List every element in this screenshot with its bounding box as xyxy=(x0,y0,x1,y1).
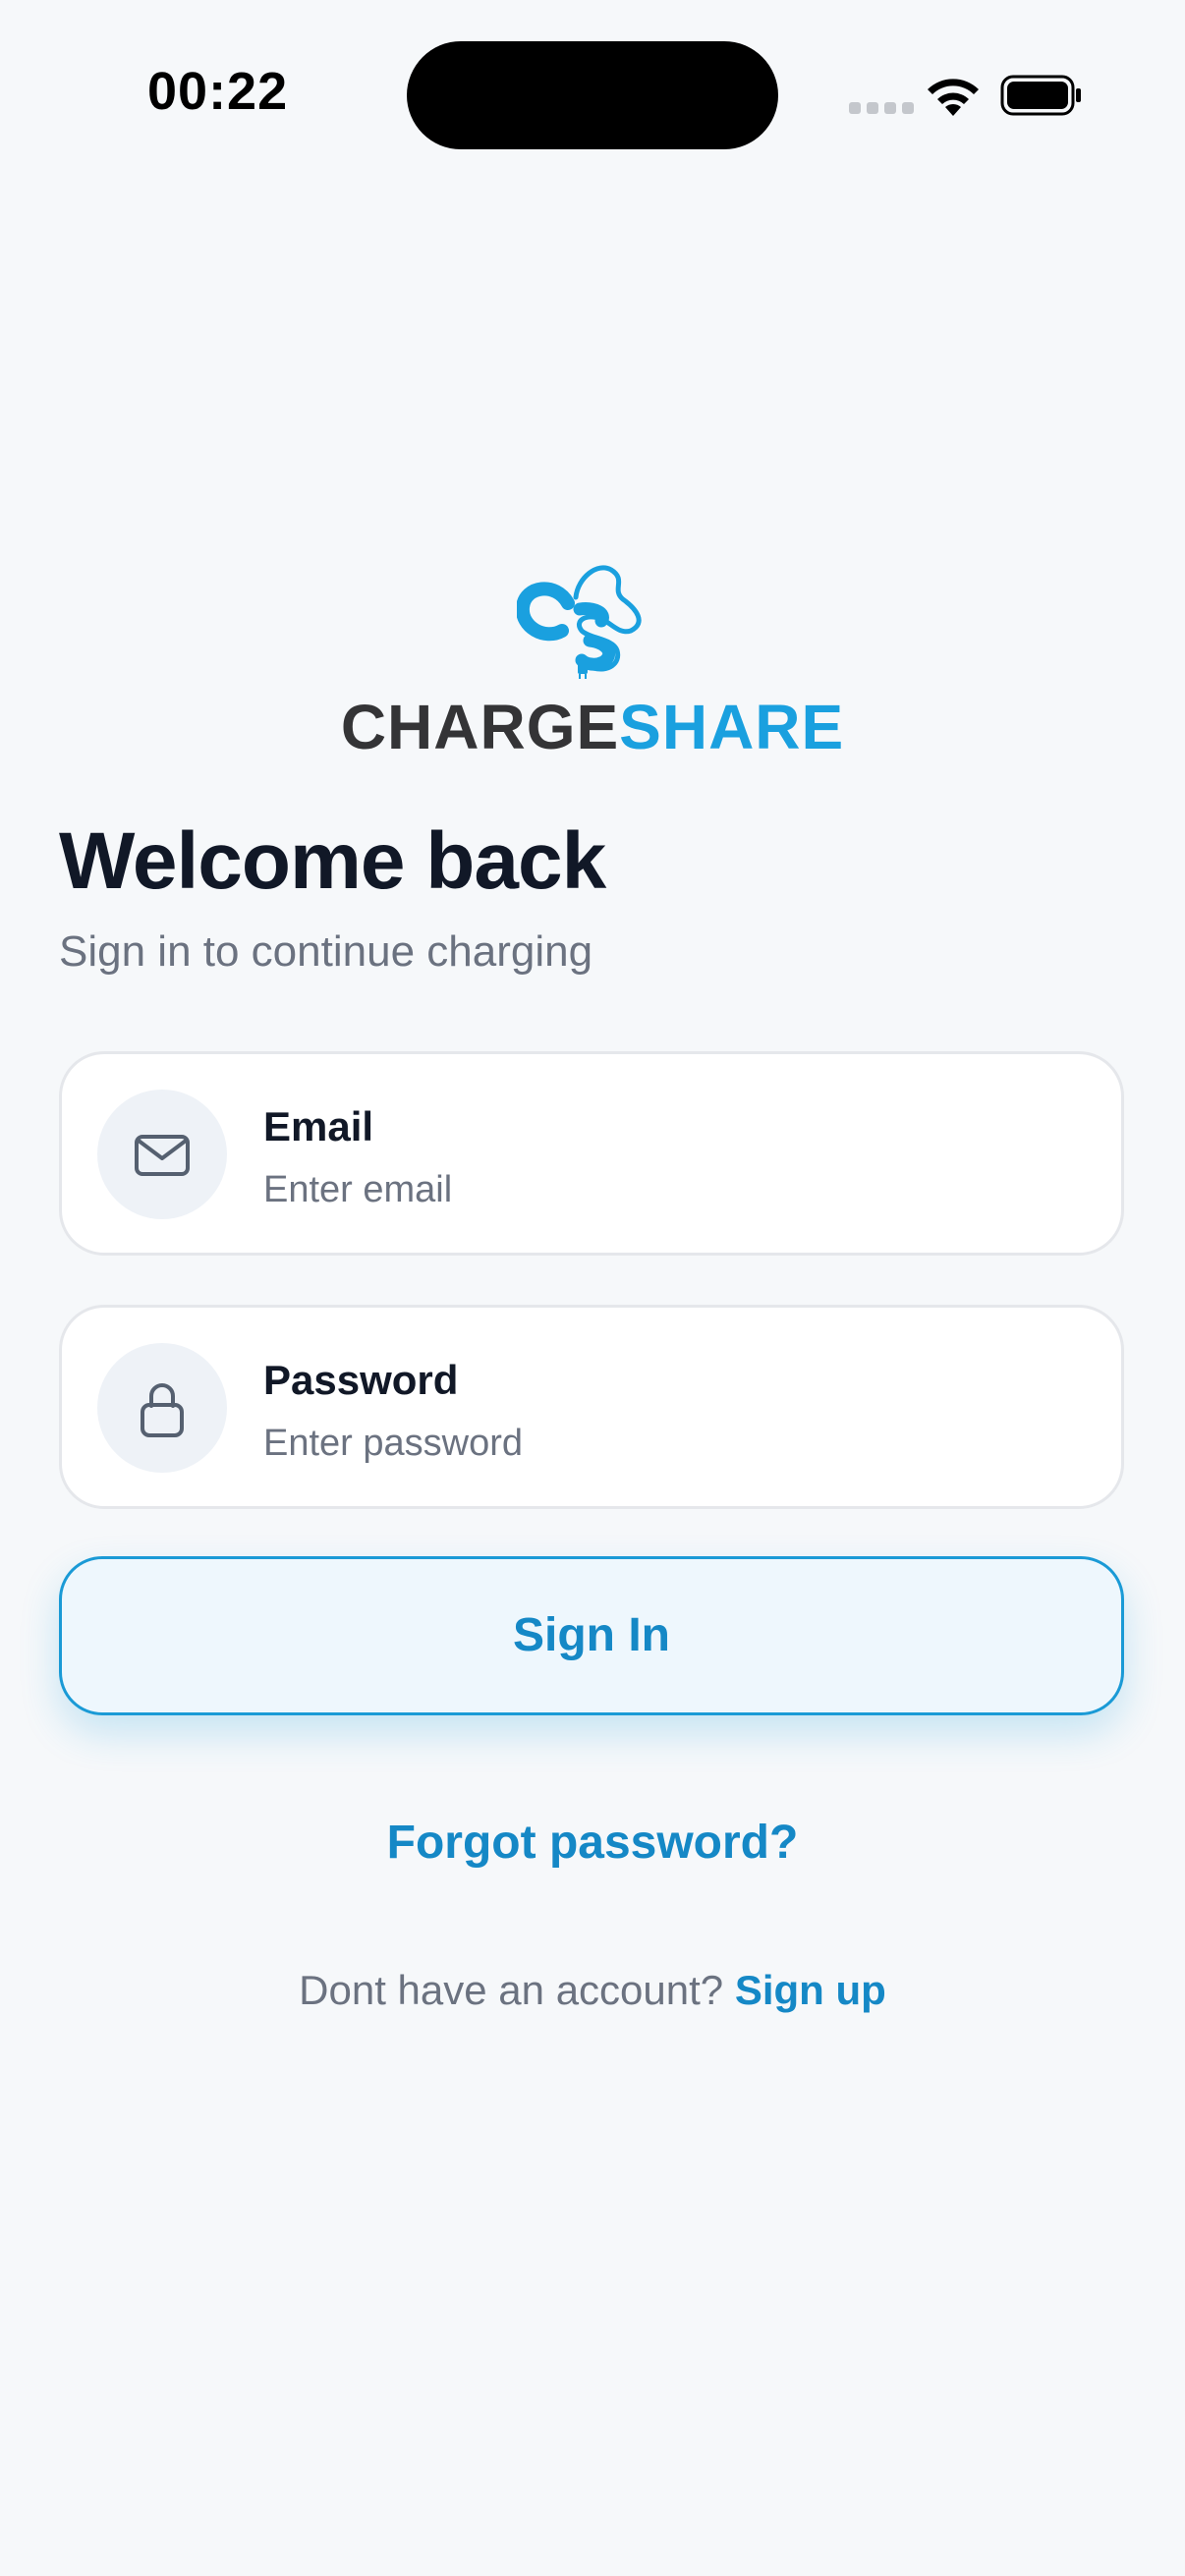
status-time: 00:22 xyxy=(147,62,289,121)
signup-row: Dont have an account? Sign up xyxy=(0,1967,1185,2014)
lock-icon xyxy=(141,1383,184,1437)
brand-wordmark: CHARGESHARE xyxy=(0,688,1185,766)
password-icon-circle xyxy=(97,1343,227,1473)
dynamic-island xyxy=(407,41,778,149)
email-icon-circle xyxy=(97,1090,227,1219)
email-field[interactable]: Email xyxy=(59,1051,1124,1256)
email-input[interactable] xyxy=(263,1164,1069,1215)
brand-wordmark-part1: CHARGE xyxy=(340,692,620,762)
email-label: Email xyxy=(263,1103,374,1149)
wifi-icon xyxy=(928,79,979,116)
page-title: Welcome back xyxy=(59,816,606,906)
brand-wordmark-part2: SHARE xyxy=(619,692,845,762)
password-field[interactable]: Password xyxy=(59,1305,1124,1509)
sign-in-button[interactable]: Sign In xyxy=(59,1556,1124,1715)
password-input[interactable] xyxy=(263,1418,1069,1469)
sign-up-link[interactable]: Sign up xyxy=(735,1967,886,2013)
status-bar: 00:22 xyxy=(0,0,1185,196)
cellular-signal-icon xyxy=(849,102,914,114)
forgot-password-link[interactable]: Forgot password? xyxy=(0,1816,1185,1870)
password-label: Password xyxy=(263,1357,459,1403)
battery-icon xyxy=(1000,75,1081,116)
mail-icon xyxy=(135,1135,190,1176)
signup-prompt: Dont have an account? xyxy=(299,1967,735,2013)
page-subtitle: Sign in to continue charging xyxy=(59,927,593,976)
chargeshare-logo-icon xyxy=(517,565,642,679)
